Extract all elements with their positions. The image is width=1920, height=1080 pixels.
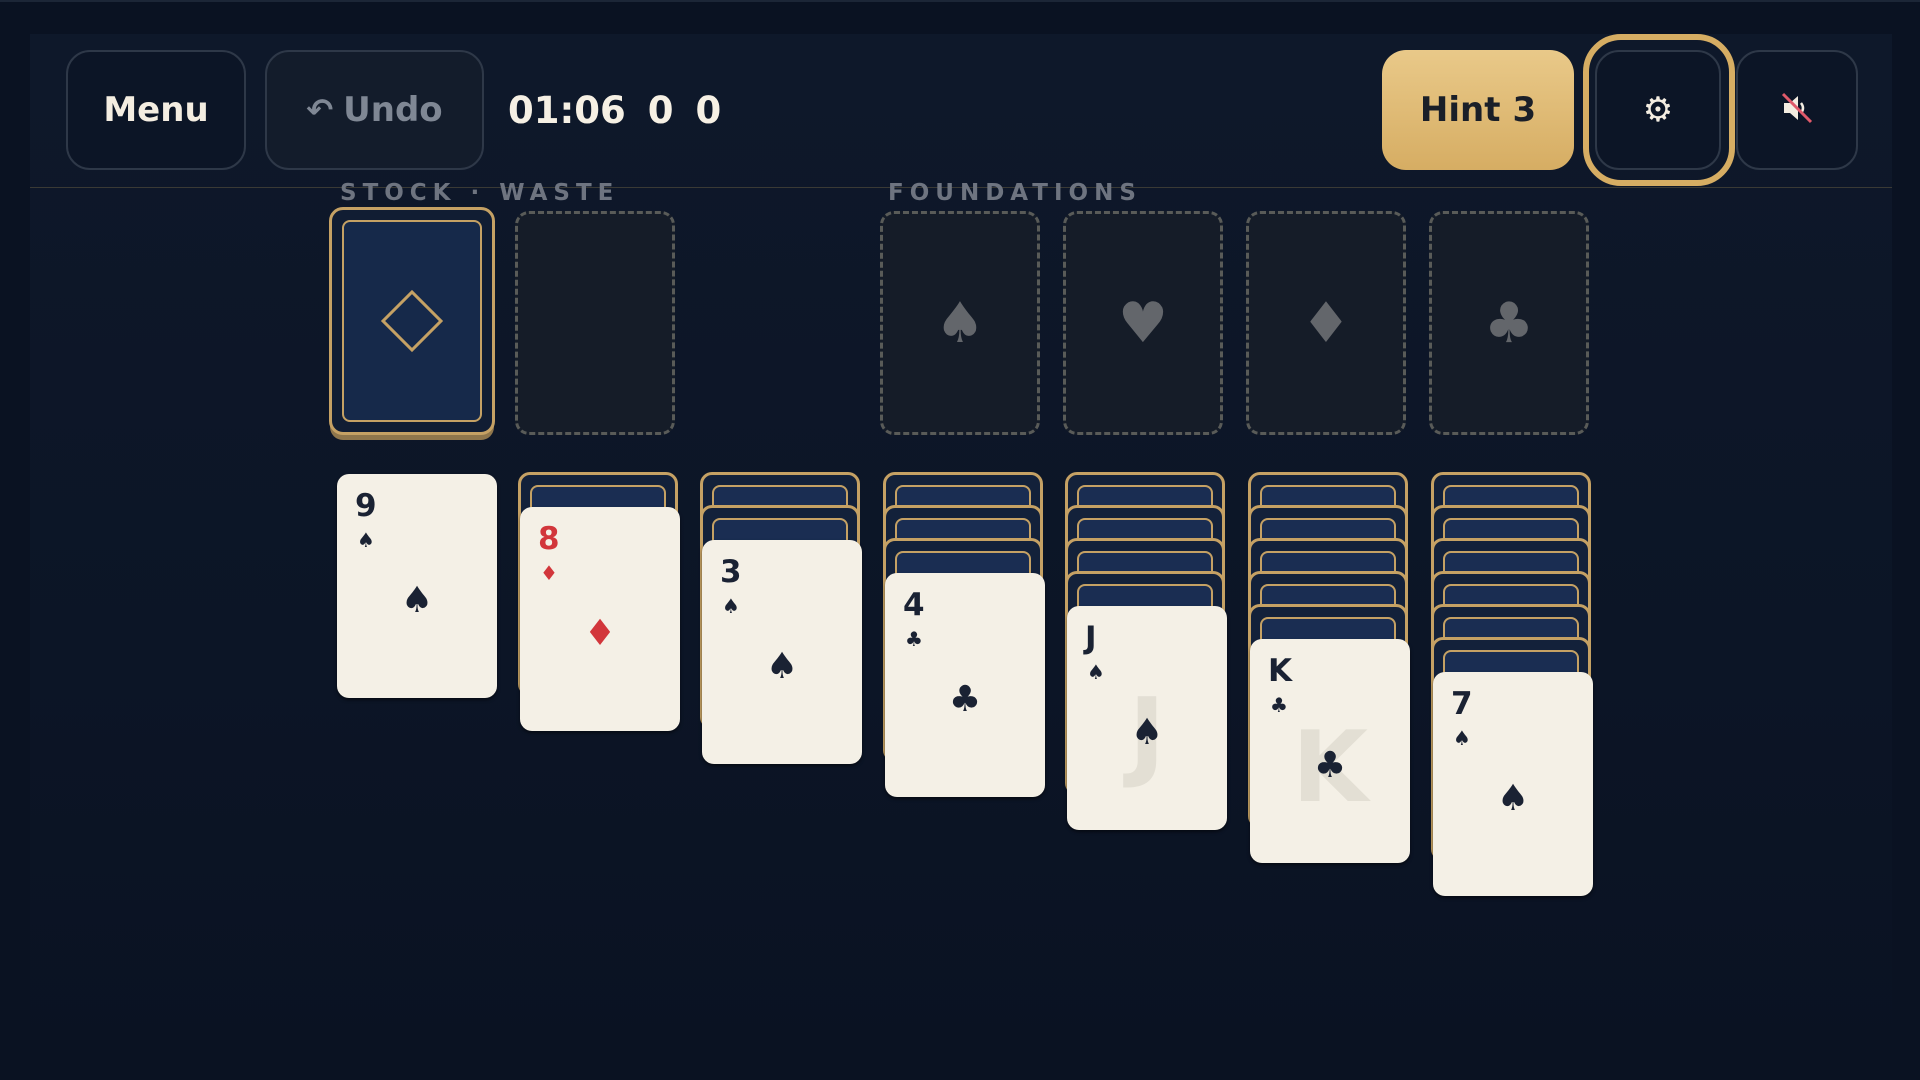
card-suit-small: ♠	[1453, 726, 1471, 750]
hint-count: 3	[1512, 90, 1537, 130]
foundation-hearts[interactable]: ♥	[1063, 211, 1223, 435]
playing-card[interactable]: 3 ♠ ♠	[702, 540, 862, 764]
hint-label: Hint	[1419, 90, 1501, 130]
playing-card[interactable]: 7 ♠ ♠	[1433, 672, 1593, 896]
stock-waste-label: STOCK · WASTE	[340, 180, 620, 206]
foundation-spades[interactable]: ♠	[880, 211, 1040, 435]
speaker-muted-icon	[1780, 91, 1814, 129]
solitaire-app: Menu ↶ Undo 01:06 0 0 Hint 3 ⚙ STOCK · W…	[30, 34, 1892, 1080]
card-rank: 7	[1451, 686, 1473, 722]
card-rank: 9	[355, 488, 377, 524]
card-suit-small: ♠	[357, 528, 375, 552]
card-suit-small: ♠	[722, 594, 740, 618]
club-icon: ♣	[1483, 290, 1535, 356]
toolbar: Menu ↶ Undo 01:06 0 0 Hint 3 ⚙	[30, 34, 1892, 188]
card-rank: J	[1085, 620, 1097, 656]
settings-button[interactable]: ⚙	[1595, 50, 1721, 170]
diamond-icon: ♦	[1300, 290, 1352, 356]
card-suit-center: ♦	[583, 613, 617, 654]
card-suit-center: ♠	[1130, 712, 1164, 753]
card-suit-small: ♣	[905, 627, 923, 651]
undo-icon: ↶	[306, 91, 334, 129]
game-stats: 01:06 0 0	[508, 84, 721, 136]
playing-card[interactable]: K K ♣ ♣	[1250, 639, 1410, 863]
timer: 01:06	[508, 88, 626, 132]
playing-card[interactable]: 4 ♣ ♣	[885, 573, 1045, 797]
spade-icon: ♠	[934, 290, 986, 356]
card-suit-center: ♠	[765, 646, 799, 687]
waste-pile[interactable]	[515, 211, 675, 435]
heart-icon: ♥	[1117, 290, 1169, 356]
menu-button[interactable]: Menu	[66, 50, 246, 170]
undo-label: Undo	[343, 90, 443, 130]
card-rank: 8	[538, 521, 560, 557]
foundation-diamonds[interactable]: ♦	[1246, 211, 1406, 435]
foundation-clubs[interactable]: ♣	[1429, 211, 1589, 435]
menu-label: Menu	[103, 90, 209, 130]
card-suit-center: ♣	[1313, 745, 1347, 786]
card-suit-small: ♣	[1270, 693, 1288, 717]
card-suit-small: ♦	[540, 561, 558, 585]
sound-toggle-button[interactable]	[1736, 50, 1858, 170]
playing-card[interactable]: 8 ♦ ♦	[520, 507, 680, 731]
card-suit-center: ♣	[948, 679, 982, 720]
playing-card[interactable]: 9 ♠ ♠	[337, 474, 497, 698]
gear-icon: ⚙	[1642, 90, 1674, 130]
card-suit-center: ♠	[1496, 778, 1530, 819]
card-suit-small: ♠	[1087, 660, 1105, 684]
undo-button[interactable]: ↶ Undo	[265, 50, 484, 170]
card-rank: 4	[903, 587, 925, 623]
playing-card[interactable]: J J ♠ ♠	[1067, 606, 1227, 830]
foundations-label: FOUNDATIONS	[888, 180, 1142, 206]
hint-button[interactable]: Hint 3	[1382, 50, 1574, 170]
moves-count: 0	[647, 88, 674, 132]
card-suit-center: ♠	[400, 580, 434, 621]
score: 0	[695, 88, 722, 132]
card-rank: 3	[720, 554, 742, 590]
stock-pile[interactable]	[329, 207, 495, 435]
card-rank: K	[1268, 653, 1293, 689]
